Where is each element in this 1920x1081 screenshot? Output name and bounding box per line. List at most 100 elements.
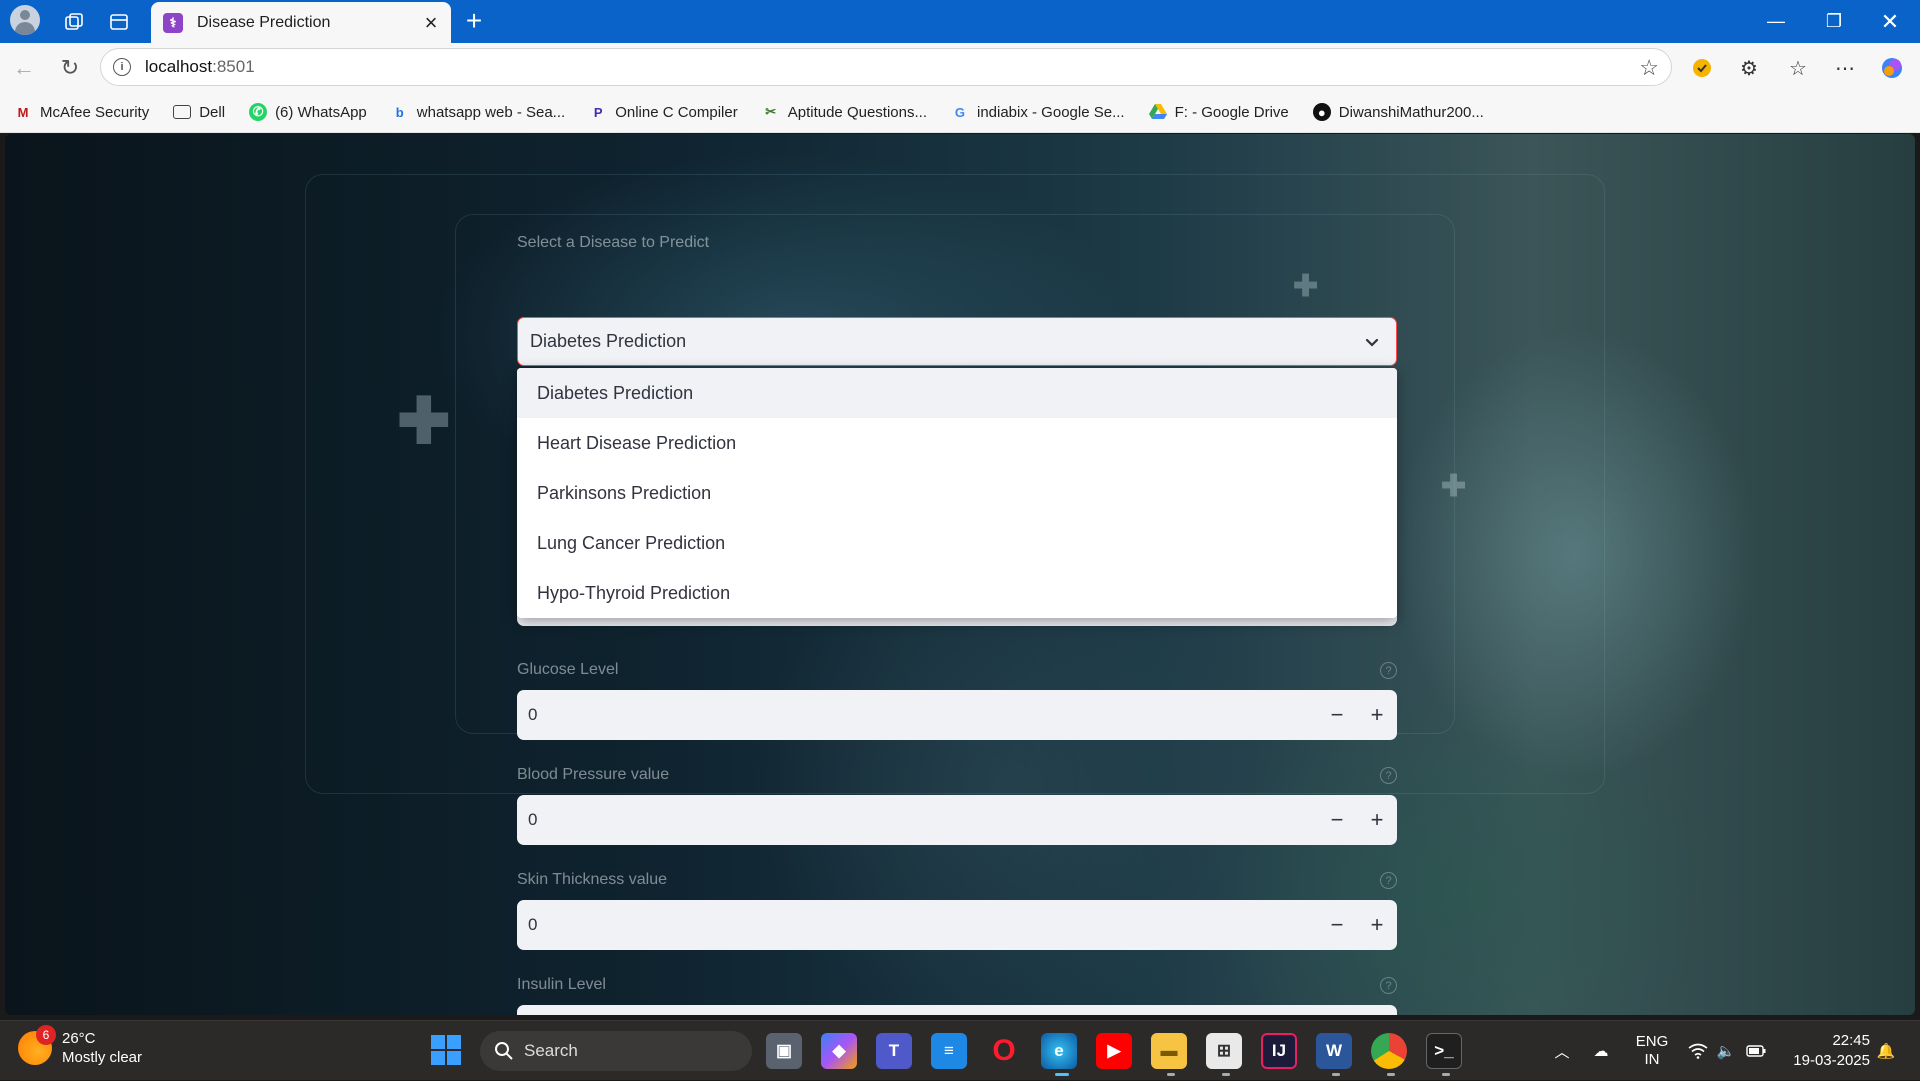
- bookmark-whatsapp[interactable]: ✆ (6) WhatsApp: [249, 103, 367, 121]
- indiabix-icon: ✂: [765, 104, 777, 119]
- bookmark-whatsapp-web-search[interactable]: b whatsapp web - Sea...: [391, 103, 565, 121]
- decrement-button[interactable]: −: [1317, 795, 1357, 845]
- intellij-icon[interactable]: IJ: [1261, 1033, 1297, 1069]
- restore-icon[interactable]: ❐: [1806, 0, 1862, 43]
- medical-cross-icon: ✚: [397, 385, 451, 457]
- notepad-icon[interactable]: ≡: [931, 1033, 967, 1069]
- battery-icon[interactable]: [1744, 1021, 1768, 1081]
- blood-pressure-input[interactable]: 0 − +: [517, 795, 1397, 845]
- skin-thickness-value: 0: [528, 915, 538, 934]
- teams-icon[interactable]: T: [876, 1033, 912, 1069]
- blood-pressure-value: 0: [528, 810, 538, 829]
- bookmark-indiabix-google[interactable]: Gindiabix - Google Se...: [951, 103, 1125, 121]
- help-icon[interactable]: ?: [1380, 662, 1397, 679]
- chevron-down-icon: [1360, 330, 1384, 354]
- minimize-icon[interactable]: —: [1748, 0, 1804, 43]
- browser-titlebar: ⚕ Disease Prediction × + — ❐ ✕: [0, 0, 1920, 43]
- language-indicator[interactable]: ENG IN: [1632, 1021, 1672, 1081]
- task-view-icon[interactable]: ▣: [766, 1033, 802, 1069]
- workspaces-icon[interactable]: [60, 8, 88, 36]
- reload-icon[interactable]: ↻: [54, 52, 86, 84]
- extensions-puzzle-icon[interactable]: ⚙: [1733, 52, 1765, 84]
- favorite-star-icon[interactable]: ☆: [1639, 55, 1659, 81]
- volume-icon[interactable]: 🔈: [1714, 1021, 1738, 1081]
- microsoft-store-icon[interactable]: ⊞: [1206, 1033, 1242, 1069]
- help-icon[interactable]: ?: [1380, 872, 1397, 889]
- terminal-icon[interactable]: >_: [1426, 1033, 1462, 1069]
- show-hidden-icons-chevron-icon[interactable]: ︿: [1550, 1021, 1574, 1081]
- windows-taskbar: 6 26°C Mostly clear Search ▣ ◆ T ≡ O e ▶…: [0, 1020, 1920, 1080]
- select-disease-label: Select a Disease to Predict: [517, 234, 710, 251]
- glucose-label: Glucose Level: [517, 661, 619, 678]
- bookmark-dell[interactable]: Dell: [173, 104, 225, 121]
- glucose-value: 0: [528, 705, 538, 724]
- vertical-tabs-icon[interactable]: [105, 8, 133, 36]
- insulin-label: Insulin Level: [517, 976, 606, 993]
- clock-date: 19-03-2025: [1793, 1052, 1870, 1069]
- favorites-icon[interactable]: ☆: [1782, 52, 1814, 84]
- option-parkinsons[interactable]: Parkinsons Prediction: [517, 468, 1397, 518]
- profile-avatar[interactable]: [10, 5, 40, 35]
- wifi-icon[interactable]: [1686, 1021, 1710, 1081]
- clock-time: 22:45: [1832, 1032, 1870, 1049]
- weather-temp: 26°C: [62, 1030, 96, 1047]
- option-lung-cancer[interactable]: Lung Cancer Prediction: [517, 518, 1397, 568]
- selected-disease: Diabetes Prediction: [530, 331, 687, 351]
- disease-select[interactable]: Diabetes Prediction: [517, 317, 1397, 366]
- decrement-button[interactable]: −: [1317, 900, 1357, 950]
- main-column: Select a Disease to Predict Diabetes Pre…: [517, 134, 1397, 1015]
- youtube-icon[interactable]: ▶: [1096, 1033, 1132, 1069]
- copilot-icon[interactable]: [1876, 52, 1908, 84]
- file-explorer-icon[interactable]: ▬: [1151, 1033, 1187, 1069]
- address-bar[interactable]: i localhost:8501 ☆: [100, 48, 1672, 86]
- close-tab-icon[interactable]: ×: [417, 9, 445, 37]
- edge-active-indicator: [1055, 1073, 1069, 1076]
- edge-icon[interactable]: e: [1041, 1033, 1077, 1069]
- running-indicator: [1167, 1073, 1175, 1076]
- onedrive-icon[interactable]: ☁: [1588, 1021, 1614, 1081]
- bookmark-github[interactable]: ● DiwanshiMathur200...: [1312, 103, 1484, 121]
- help-icon[interactable]: ?: [1380, 767, 1397, 784]
- glucose-input[interactable]: 0 − +: [517, 690, 1397, 740]
- bookmark-google-drive[interactable]: F: - Google Drive: [1148, 103, 1289, 121]
- weather-desc: Mostly clear: [62, 1049, 143, 1066]
- system-clock[interactable]: 22:45 19-03-2025: [1793, 1031, 1870, 1071]
- option-hypo-thyroid[interactable]: Hypo-Thyroid Prediction: [517, 568, 1397, 618]
- option-heart-disease[interactable]: Heart Disease Prediction: [517, 418, 1397, 468]
- google-drive-icon: [1148, 103, 1167, 121]
- taskbar-search[interactable]: Search: [480, 1031, 752, 1071]
- running-indicator: [1442, 1073, 1450, 1076]
- running-indicator: [1222, 1073, 1230, 1076]
- notifications-icon[interactable]: 🔔: [1874, 1021, 1898, 1081]
- help-icon[interactable]: ?: [1380, 977, 1397, 994]
- opera-icon[interactable]: O: [986, 1033, 1022, 1069]
- bookmark-online-c-compiler[interactable]: P Online C Compiler: [589, 103, 738, 121]
- option-diabetes[interactable]: Diabetes Prediction: [517, 368, 1397, 418]
- increment-button[interactable]: +: [1357, 795, 1397, 845]
- search-icon: [495, 1042, 513, 1060]
- tab-disease-prediction[interactable]: ⚕ Disease Prediction ×: [151, 2, 451, 43]
- streamlit-app: ✚ ✚ ✚ Select a Disease to Predict Diabet…: [5, 134, 1915, 1015]
- new-tab-icon[interactable]: +: [458, 5, 490, 37]
- skin-thickness-input[interactable]: 0 − +: [517, 900, 1397, 950]
- back-icon[interactable]: ←: [8, 52, 40, 84]
- close-window-icon[interactable]: ✕: [1862, 0, 1918, 43]
- weather-widget[interactable]: 6 26°C Mostly clear: [18, 1025, 143, 1067]
- extension-icon[interactable]: [1686, 52, 1718, 84]
- site-info-icon[interactable]: i: [113, 58, 131, 76]
- tab-title: Disease Prediction: [197, 13, 331, 31]
- more-menu-icon[interactable]: ⋯: [1829, 52, 1861, 84]
- bookmark-mcafee[interactable]: M McAfee Security: [14, 103, 150, 121]
- word-icon[interactable]: W: [1316, 1033, 1352, 1069]
- search-placeholder: Search: [524, 1041, 578, 1060]
- increment-button[interactable]: +: [1357, 690, 1397, 740]
- bookmark-aptitude-questions[interactable]: ✂ Aptitude Questions...: [762, 103, 927, 121]
- start-button[interactable]: [431, 1035, 461, 1065]
- weather-moon-icon: 6: [18, 1025, 56, 1065]
- insulin-input[interactable]: [517, 1005, 1397, 1015]
- blood-pressure-label: Blood Pressure value: [517, 766, 670, 783]
- chrome-icon[interactable]: [1371, 1033, 1407, 1069]
- increment-button[interactable]: +: [1357, 900, 1397, 950]
- decrement-button[interactable]: −: [1317, 690, 1357, 740]
- copilot-app-icon[interactable]: ◆: [821, 1033, 857, 1069]
